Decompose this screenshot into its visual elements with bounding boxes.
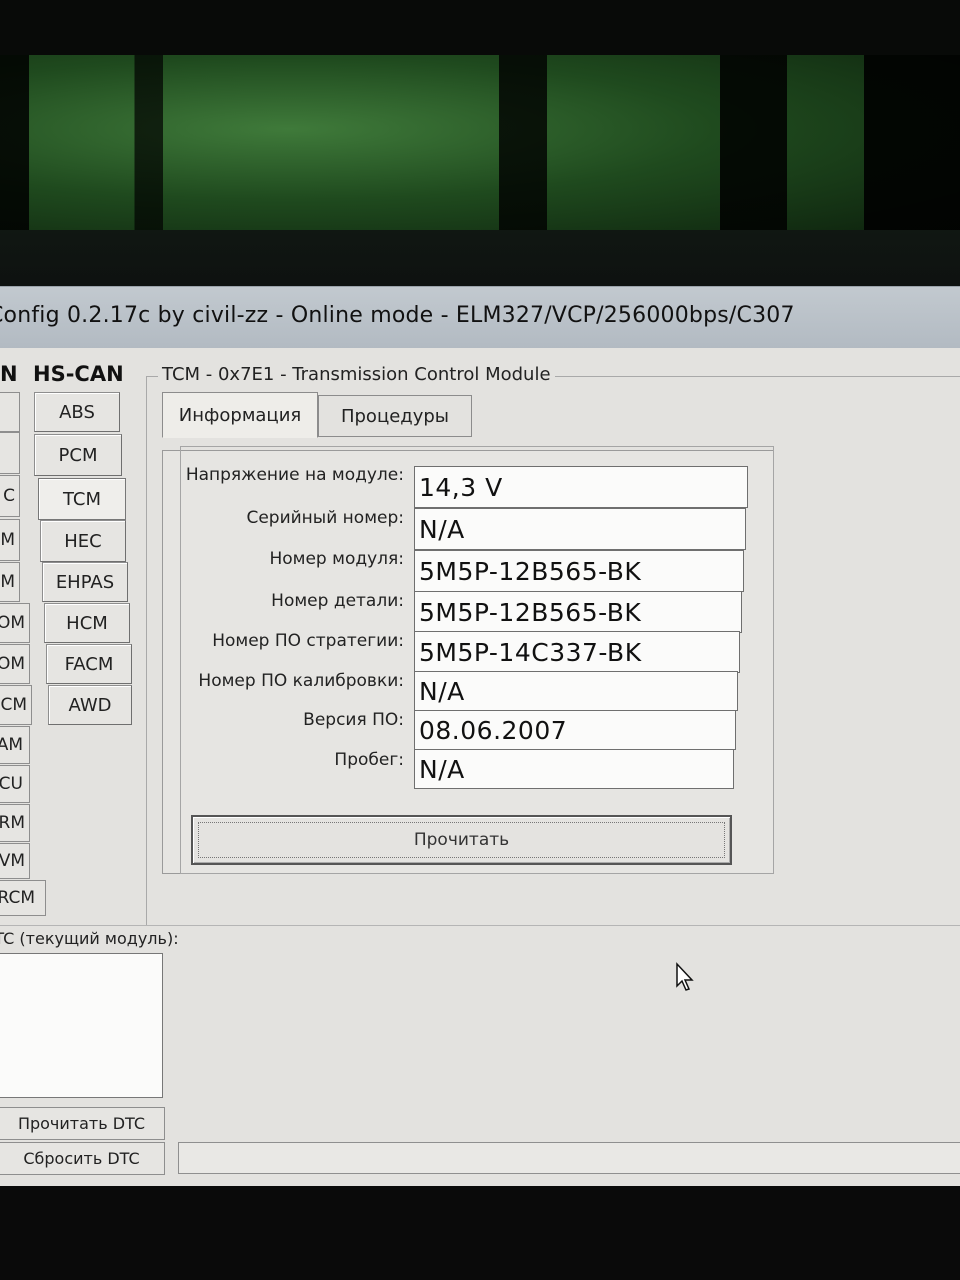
ms-can-tab[interactable]: CU <box>0 765 30 803</box>
ms-can-tab[interactable]: OM <box>0 644 30 684</box>
desktop-top <box>0 0 960 60</box>
hs-can-label: HS-CAN <box>33 362 124 386</box>
field-label-mileage: Пробег: <box>334 750 404 770</box>
field-value-mileage: N/A <box>414 749 734 789</box>
field-value-serial: N/A <box>414 508 746 550</box>
section-divider <box>0 925 960 926</box>
ms-can-tab[interactable]: VM <box>0 843 30 879</box>
field-value-module-number: 5M5P-12B565-BK <box>414 550 744 592</box>
module-tab-hec[interactable]: HEC <box>40 520 126 562</box>
clear-dtc-button[interactable]: Сбросить DTC <box>0 1142 165 1175</box>
tab-procedures[interactable]: Процедуры <box>318 395 472 437</box>
module-tab-pcm[interactable]: PCM <box>34 434 122 476</box>
field-label-serial: Серийный номер: <box>246 508 404 528</box>
ms-can-tab[interactable]: CM <box>0 685 32 725</box>
tab-information[interactable]: Информация <box>162 392 318 438</box>
field-value-sw-version: 08.06.2007 <box>414 710 736 750</box>
desktop-band <box>0 230 960 290</box>
status-field <box>178 1142 960 1174</box>
dtc-list[interactable] <box>0 953 163 1098</box>
window-title: Config 0.2.17c by civil-zz - Online mode… <box>0 303 795 328</box>
ms-can-tab[interactable]: OM <box>0 603 30 643</box>
ms-can-tab[interactable]: RM <box>0 804 30 842</box>
field-label-calibration: Номер ПО калибровки: <box>198 671 404 691</box>
module-tab-ehpas[interactable]: EHPAS <box>42 562 128 602</box>
ms-can-tab[interactable]: M <box>0 562 20 602</box>
module-tab-hcm[interactable]: HCM <box>44 603 130 643</box>
ms-can-tab[interactable]: C <box>0 475 20 517</box>
field-label-strategy: Номер ПО стратегии: <box>212 631 404 651</box>
dtc-label: DTC (текущий модуль): <box>0 929 179 948</box>
field-value-strategy: 5M5P-14C337-BK <box>414 631 740 673</box>
field-value-voltage: 14,3 V <box>414 466 748 508</box>
desktop-wallpaper <box>0 55 960 240</box>
module-tab-tcm[interactable]: TCM <box>38 478 126 520</box>
monitor-bezel <box>0 1186 960 1280</box>
ms-can-tab[interactable] <box>0 392 20 432</box>
ms-can-label: N <box>0 362 18 386</box>
ms-can-tab[interactable]: M <box>0 519 20 561</box>
module-group-title: TCM - 0x7E1 - Transmission Control Modul… <box>158 364 555 385</box>
field-label-voltage: Напряжение на модуле: <box>185 465 404 485</box>
ms-can-tab[interactable] <box>0 432 20 474</box>
field-label-module-number: Номер модуля: <box>269 549 404 569</box>
field-label-sw-version: Версия ПО: <box>303 710 404 730</box>
module-tab-abs[interactable]: ABS <box>34 392 120 432</box>
ms-can-tab[interactable]: RCM <box>0 880 46 916</box>
field-value-calibration: N/A <box>414 671 738 711</box>
ms-can-tab[interactable]: AM <box>0 726 30 764</box>
module-tab-awd[interactable]: AWD <box>48 685 132 725</box>
field-value-part-number: 5M5P-12B565-BK <box>414 591 742 633</box>
module-tab-facm[interactable]: FACM <box>46 644 132 684</box>
read-dtc-button[interactable]: Прочитать DTC <box>0 1107 165 1140</box>
field-label-part-number: Номер детали: <box>271 591 404 611</box>
read-button[interactable]: Прочитать <box>191 815 732 865</box>
mouse-pointer-icon <box>676 962 694 991</box>
